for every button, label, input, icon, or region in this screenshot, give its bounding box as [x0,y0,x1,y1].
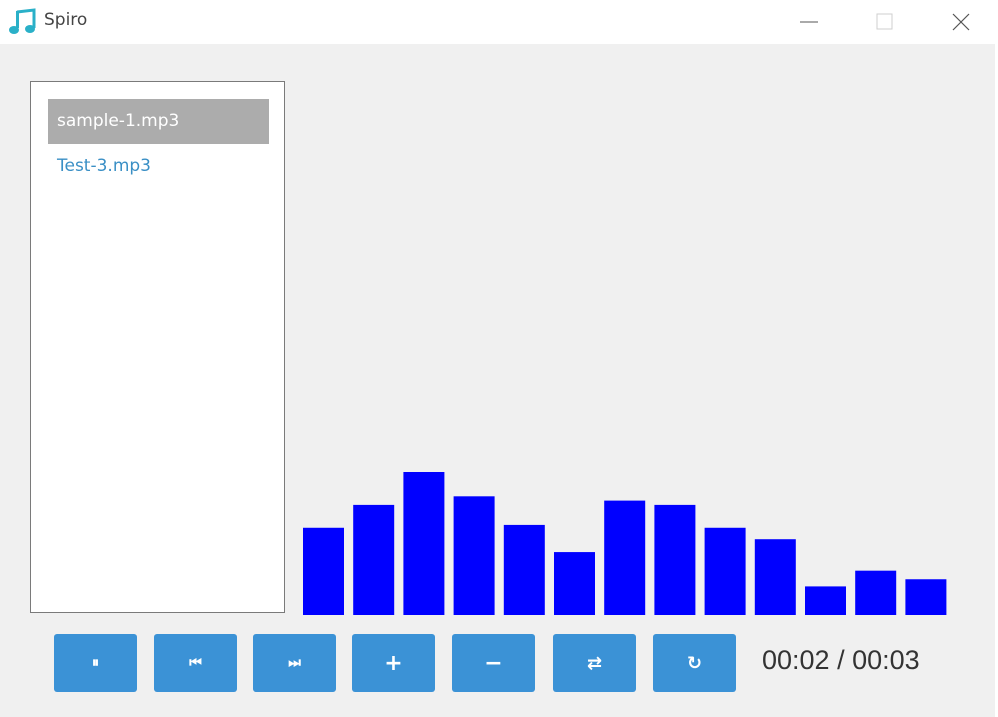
window-title: Spiro [44,10,88,30]
visualizer-bar [704,527,746,615]
music-note-icon [9,8,36,34]
visualizer-bar [554,552,595,615]
next-button[interactable]: ⏭ [253,634,336,692]
plus-icon: + [384,650,403,676]
visualizer-bar [303,527,344,615]
playlist-item-sample-1[interactable]: sample-1.mp3 [48,99,269,144]
close-icon [952,13,970,31]
audio-visualizer [303,472,947,615]
repeat-icon: ↻ [686,652,703,674]
visualizer-bar [604,500,646,615]
visualizer-bar [453,496,495,615]
shuffle-button[interactable]: ⇄ [553,634,636,692]
visualizer-bar [905,579,947,615]
visualizer-bar [654,504,696,615]
previous-button[interactable]: ⏮ [154,634,237,692]
maximize-button[interactable] [848,0,922,44]
repeat-button[interactable]: ↻ [653,634,736,692]
close-button[interactable] [924,0,998,44]
minimize-button[interactable] [772,0,846,44]
playlist-item-test-3[interactable]: Test-3.mp3 [48,144,269,189]
next-icon: ⏭ [288,655,301,671]
volume-up-button[interactable]: + [352,634,435,692]
visualizer-bar [503,524,545,615]
title-bar: Spiro [0,0,998,44]
volume-down-button[interactable]: − [452,634,535,692]
playlist[interactable]: sample-1.mp3 Test-3.mp3 [30,81,285,613]
pause-button[interactable]: ⏸ [54,634,137,692]
visualizer-bar [403,472,445,615]
visualizer-bar [805,586,846,615]
visualizer-bar [855,570,897,615]
playback-time: 00:02 / 00:03 [762,645,920,675]
visualizer-bar [353,504,395,615]
pause-icon: ⏸ [92,655,99,671]
minimize-icon [800,21,818,23]
shuffle-icon: ⇄ [586,652,603,674]
previous-icon: ⏮ [189,655,202,671]
visualizer-bar [754,539,796,615]
maximize-icon [876,13,893,30]
minus-icon: − [484,650,503,676]
